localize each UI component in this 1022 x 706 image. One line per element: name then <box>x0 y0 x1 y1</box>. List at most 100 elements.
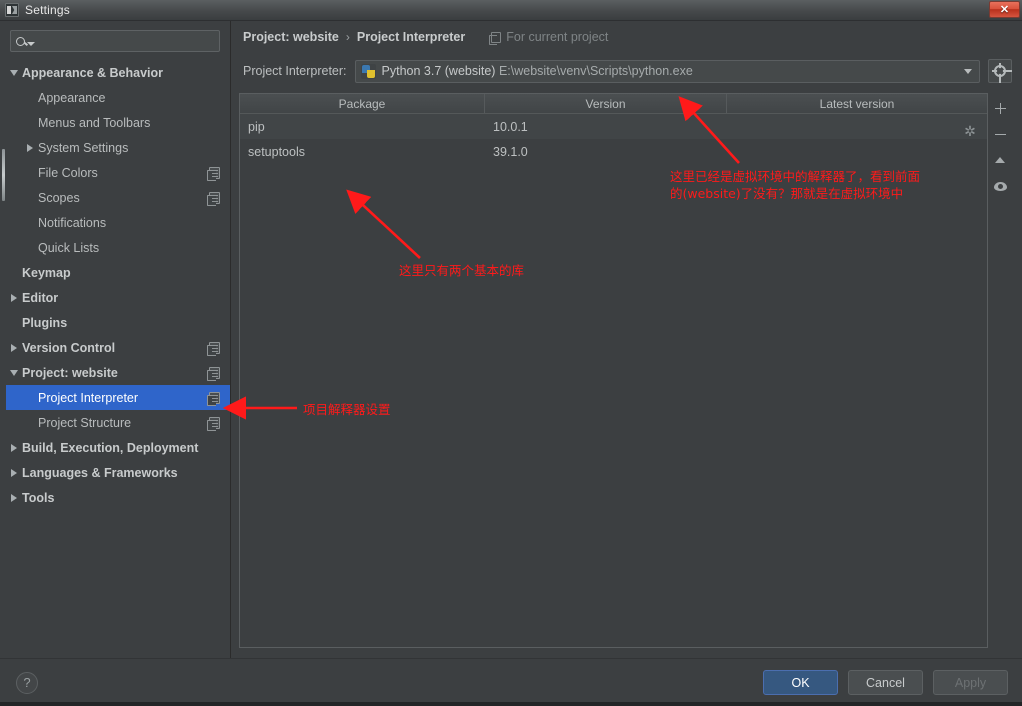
copy-icon <box>489 31 502 45</box>
sidebar-item-label: System Settings <box>38 140 129 155</box>
interpreter-path: E:\website\venv\Scripts\python.exe <box>498 64 693 78</box>
interpreter-name: Python 3.7 (website) <box>381 64 496 78</box>
column-header-version[interactable]: Version <box>485 94 727 113</box>
copy-icon <box>207 166 220 181</box>
sidebar-item-label: Languages & Frameworks <box>22 465 178 480</box>
sidebar-item-label: Menus and Toolbars <box>38 115 151 130</box>
footer-buttons: OK Cancel Apply <box>763 670 1008 695</box>
column-header-package[interactable]: Package <box>240 94 485 113</box>
sidebar-item-label: Editor <box>22 290 59 305</box>
left-edge-accent <box>0 21 6 658</box>
interpreter-label: Project Interpreter: <box>243 64 347 78</box>
dialog-footer: ? OK Cancel Apply <box>0 658 1022 706</box>
copy-icon <box>207 391 220 406</box>
sidebar-item-languages-frameworks[interactable]: Languages & Frameworks <box>6 460 230 485</box>
sidebar-item-plugins[interactable]: Plugins <box>6 310 230 335</box>
python-icon <box>360 63 376 79</box>
sidebar-item-label: Version Control <box>22 340 116 355</box>
window-title: Settings <box>25 3 70 17</box>
scope-note: For current project <box>489 30 609 45</box>
help-button[interactable]: ? <box>16 671 38 694</box>
settings-tree: Appearance & Behavior Appearance Menus and… <box>6 58 230 658</box>
packages-area: Package Version Latest version pip 10.0.1… <box>239 93 1012 648</box>
packages-toolbar <box>988 93 1012 648</box>
chevron-right-icon[interactable] <box>6 493 22 502</box>
title-bar: Settings ✕ <box>0 0 1022 21</box>
sidebar-item-label: File Colors <box>38 165 98 180</box>
breadcrumb: Project: website › Project Interpreter F… <box>239 21 1012 53</box>
sidebar-item-menus-and-toolbars[interactable]: Menus and Toolbars <box>6 110 230 135</box>
remove-package-button[interactable] <box>989 121 1011 147</box>
chevron-down-icon[interactable] <box>964 68 972 74</box>
show-early-releases-button[interactable] <box>989 173 1011 199</box>
window-buttons: ✕ <box>988 1 1020 18</box>
sidebar-item-appearance-behavior[interactable]: Appearance & Behavior <box>6 60 230 85</box>
sidebar-item-version-control[interactable]: Version Control <box>6 335 230 360</box>
interpreter-settings-button[interactable] <box>988 59 1012 83</box>
sidebar-item-tools[interactable]: Tools <box>6 485 230 510</box>
sidebar-item-label: Project Structure <box>38 415 132 430</box>
cell-version: 10.0.1 <box>493 119 528 134</box>
breadcrumb-leaf: Project Interpreter <box>356 30 466 44</box>
search-container <box>6 21 230 58</box>
interpreter-select[interactable]: Python 3.7 (website) E:\website\venv\Scr… <box>354 59 980 83</box>
table-row[interactable]: setuptools 39.1.0 <box>240 139 987 164</box>
footer-strip <box>0 702 1022 706</box>
chevron-down-icon <box>27 42 35 46</box>
sidebar-item-notifications[interactable]: Notifications <box>6 210 230 235</box>
settings-main-pane: Project: website › Project Interpreter F… <box>231 21 1022 658</box>
chevron-right-icon[interactable] <box>6 343 22 352</box>
sidebar-item-build-execution-deployment[interactable]: Build, Execution, Deployment <box>6 435 230 460</box>
chevron-down-icon[interactable] <box>6 69 22 76</box>
search-box[interactable] <box>10 30 220 52</box>
ok-button[interactable]: OK <box>763 670 838 695</box>
chevron-right-icon[interactable] <box>22 143 38 152</box>
sidebar-item-label: Keymap <box>22 265 71 280</box>
search-icon <box>16 36 25 46</box>
gear-icon <box>992 65 1012 77</box>
breadcrumb-separator: › <box>345 30 350 44</box>
settings-sidebar: Appearance & Behavior Appearance Menus and… <box>0 21 231 658</box>
chevron-down-icon[interactable] <box>6 369 22 376</box>
sidebar-item-quick-lists[interactable]: Quick Lists <box>6 235 230 260</box>
apply-button[interactable]: Apply <box>933 670 1008 695</box>
spinner-icon: ✲ <box>964 123 976 139</box>
pycharm-icon <box>5 3 19 17</box>
chevron-right-icon[interactable] <box>6 468 22 477</box>
settings-dialog: Settings ✕ Appearance & Behavior Appearan… <box>0 0 1022 706</box>
interpreter-value: Python 3.7 (website) E:\website\venv\Scr… <box>382 64 958 78</box>
sidebar-item-appearance[interactable]: Appearance <box>6 85 230 110</box>
packages-table: Package Version Latest version pip 10.0.1… <box>239 93 988 648</box>
sidebar-item-editor[interactable]: Editor <box>6 285 230 310</box>
breadcrumb-root[interactable]: Project: website <box>243 30 339 44</box>
cell-package: pip <box>248 119 265 134</box>
cancel-button[interactable]: Cancel <box>848 670 923 695</box>
packages-table-body: pip 10.0.1 setuptools 39.1.0 <box>240 114 987 647</box>
sidebar-item-project-interpreter[interactable]: Project Interpreter <box>6 385 230 410</box>
close-icon[interactable]: ✕ <box>989 1 1020 18</box>
sidebar-item-keymap[interactable]: Keymap <box>6 260 230 285</box>
sidebar-item-label: Project: website <box>22 365 118 380</box>
add-package-button[interactable] <box>989 95 1011 121</box>
sidebar-item-file-colors[interactable]: File Colors <box>6 160 230 185</box>
dialog-body: Appearance & Behavior Appearance Menus and… <box>0 21 1022 658</box>
copy-icon <box>207 416 220 431</box>
sidebar-item-scopes[interactable]: Scopes <box>6 185 230 210</box>
upgrade-package-button[interactable] <box>989 147 1011 173</box>
sidebar-item-label: Appearance <box>38 90 106 105</box>
column-header-latest-version[interactable]: Latest version <box>727 94 987 113</box>
copy-icon <box>207 341 220 356</box>
sidebar-item-system-settings[interactable]: System Settings <box>6 135 230 160</box>
sidebar-item-label: Plugins <box>22 315 68 330</box>
sidebar-item-label: Quick Lists <box>38 240 100 255</box>
scope-note-label: For current project <box>506 30 609 44</box>
copy-icon <box>207 191 220 206</box>
cell-version: 39.1.0 <box>493 144 528 159</box>
packages-table-header: Package Version Latest version <box>240 94 987 114</box>
sidebar-item-project-structure[interactable]: Project Structure <box>6 410 230 435</box>
chevron-right-icon[interactable] <box>6 443 22 452</box>
sidebar-item-project-website[interactable]: Project: website <box>6 360 230 385</box>
search-input[interactable] <box>41 33 214 49</box>
chevron-right-icon[interactable] <box>6 293 22 302</box>
table-row[interactable]: pip 10.0.1 <box>240 114 987 139</box>
